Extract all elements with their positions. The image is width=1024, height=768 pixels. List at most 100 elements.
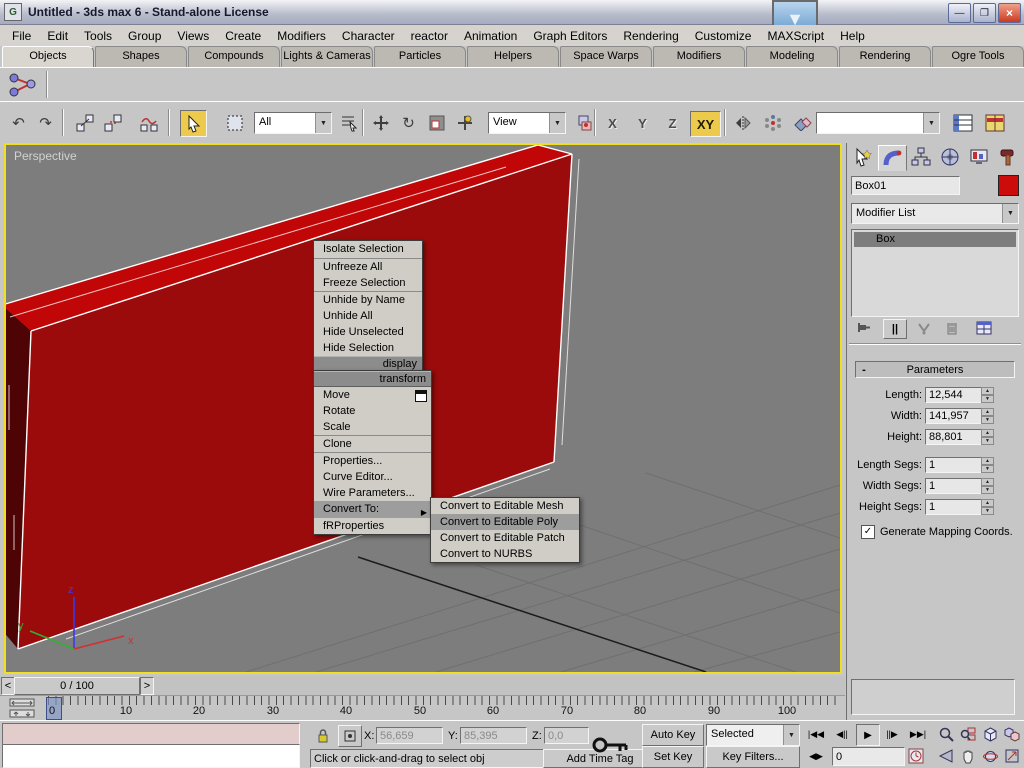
menu-graph-editors[interactable]: Graph Editors [525, 27, 615, 45]
chevron-down-icon[interactable]: ▼ [783, 725, 799, 745]
array-button[interactable] [760, 110, 785, 135]
object-color-swatch[interactable] [998, 175, 1019, 196]
time-configuration-button[interactable] [904, 746, 928, 766]
zoom-button[interactable] [936, 724, 956, 744]
mirror-button[interactable] [730, 110, 755, 135]
zoom-extents-all-button[interactable] [1002, 724, 1022, 744]
tab-modifiers[interactable]: Modifiers [653, 46, 745, 67]
set-key-button[interactable]: Set Key [642, 746, 704, 768]
modifier-stack[interactable]: Box [851, 229, 1019, 317]
menu-item-properties[interactable]: Properties... [314, 453, 431, 469]
menu-item-rotate[interactable]: Rotate [314, 403, 431, 419]
auto-key-button[interactable]: Auto Key [642, 724, 704, 746]
select-and-scale-button[interactable] [424, 110, 449, 135]
redo-button[interactable]: ↷ [33, 110, 58, 135]
utilities-panel-tab[interactable] [994, 145, 1021, 169]
length-field[interactable]: 12,544 [925, 387, 984, 403]
menu-item-hide-unselected[interactable]: Hide Unselected [314, 324, 422, 340]
generate-mapping-coords-checkbox[interactable]: ✓ [861, 525, 875, 539]
min-max-toggle-button[interactable] [1002, 746, 1022, 766]
y-coord-field[interactable]: 85,395 [460, 727, 527, 744]
perspective-viewport[interactable]: z x y Perspective Isolate Selection Unfr… [4, 143, 842, 674]
remove-modifier-button[interactable] [941, 319, 963, 337]
minimize-button[interactable]: — [948, 3, 971, 23]
width-segs-field[interactable]: 1 [925, 478, 984, 494]
zoom-all-button[interactable] [958, 724, 978, 744]
tab-ogre-tools[interactable]: Ogre Tools [932, 46, 1024, 67]
menu-item-scale[interactable]: Scale [314, 419, 431, 435]
width-field[interactable]: 141,957 [925, 408, 984, 424]
align-button[interactable] [790, 110, 815, 135]
menu-item-curve-editor[interactable]: Curve Editor... [314, 469, 431, 485]
height-field[interactable]: 88,801 [925, 429, 984, 445]
tab-compounds[interactable]: Compounds [188, 46, 280, 67]
maxscript-listener-pink[interactable] [2, 723, 300, 745]
select-and-move-button[interactable] [368, 110, 393, 135]
select-and-link-button[interactable] [72, 110, 97, 135]
menu-character[interactable]: Character [334, 27, 403, 45]
make-unique-button[interactable] [913, 319, 935, 337]
field-of-view-button[interactable] [936, 746, 956, 766]
select-by-name-button[interactable] [336, 110, 361, 135]
width-spinner[interactable]: ▲ ▼ [981, 408, 994, 424]
key-filters-button[interactable]: Key Filters... [706, 746, 800, 768]
current-frame-field[interactable]: 0 [832, 747, 905, 766]
restore-button[interactable]: ❐ [973, 3, 996, 23]
z-coord-field[interactable]: 0,0 [544, 727, 589, 744]
chevron-down-icon[interactable]: ▼ [923, 113, 939, 133]
stack-item-box[interactable]: Box [854, 232, 1016, 247]
chevron-down-icon[interactable]: ▼ [1002, 204, 1018, 223]
tab-lights-cameras[interactable]: Lights & Cameras [281, 46, 373, 67]
selection-lock-toggle[interactable] [312, 725, 334, 745]
chevron-down-icon[interactable]: ▼ [549, 113, 565, 133]
length-segs-field[interactable]: 1 [925, 457, 984, 473]
x-coord-field[interactable]: 56,659 [376, 727, 443, 744]
zoom-extents-button[interactable] [980, 724, 1000, 744]
length-spinner[interactable]: ▲ ▼ [981, 387, 994, 403]
menu-item-wire-parameters[interactable]: Wire Parameters... [314, 485, 431, 501]
chevron-down-icon[interactable]: ▼ [315, 113, 331, 133]
restrict-z-button[interactable]: Z [660, 111, 685, 135]
menu-item-hide-selection[interactable]: Hide Selection [314, 340, 422, 356]
time-slider-button[interactable]: 0 / 100 [14, 677, 140, 695]
menu-item-move[interactable]: Move [314, 387, 431, 403]
bones-ik-chain-icon[interactable] [8, 70, 38, 98]
tab-particles[interactable]: Particles [374, 46, 466, 67]
create-panel-tab[interactable] [849, 145, 876, 169]
arc-rotate-button[interactable] [980, 746, 1000, 766]
menu-views[interactable]: Views [169, 27, 217, 45]
modifier-list-dropdown[interactable]: Modifier List ▼ [851, 203, 1019, 224]
display-panel-tab[interactable] [965, 145, 992, 169]
hierarchy-panel-tab[interactable] [907, 145, 934, 169]
close-button[interactable]: × [998, 3, 1021, 23]
time-slider-track[interactable]: < 0 / 100 > [0, 676, 845, 695]
menu-item-convert-to[interactable]: Convert To: ▶ [314, 501, 431, 518]
pin-stack-button[interactable] [853, 319, 875, 337]
menu-group[interactable]: Group [120, 27, 169, 45]
height-segs-field[interactable]: 1 [925, 499, 984, 515]
menu-item-convert-editable-patch[interactable]: Convert to Editable Patch [431, 530, 579, 546]
tab-modeling[interactable]: Modeling [746, 46, 838, 67]
modify-panel-tab[interactable] [878, 145, 907, 171]
width-segs-spinner[interactable]: ▲ ▼ [981, 478, 994, 494]
time-slider-prev-button[interactable]: < [1, 677, 15, 695]
track-bar[interactable]: 0 10 20 30 40 50 60 70 80 90 100 [0, 695, 845, 721]
move-settings-icon[interactable] [415, 390, 427, 402]
menu-rendering[interactable]: Rendering [615, 27, 686, 45]
tab-helpers[interactable]: Helpers [467, 46, 559, 67]
show-end-result-button[interactable]: || [883, 319, 907, 339]
named-selection-sets-dropdown[interactable]: ▼ [816, 112, 940, 134]
select-and-manipulate-button[interactable] [452, 110, 477, 135]
maxscript-listener-white[interactable] [2, 744, 300, 768]
restrict-y-button[interactable]: Y [630, 111, 655, 135]
restrict-x-button[interactable]: X [600, 111, 625, 135]
time-slider-next-button[interactable]: > [140, 677, 154, 695]
menu-item-unfreeze-all[interactable]: Unfreeze All [314, 259, 422, 275]
menu-item-freeze-selection[interactable]: Freeze Selection [314, 275, 422, 291]
menu-tools[interactable]: Tools [76, 27, 120, 45]
key-mode-toggle[interactable]: ◀▶ [804, 746, 828, 766]
object-name-field[interactable]: Box01 [851, 176, 960, 195]
menu-customize[interactable]: Customize [687, 27, 760, 45]
tab-rendering[interactable]: Rendering [839, 46, 931, 67]
height-spinner[interactable]: ▲ ▼ [981, 429, 994, 445]
